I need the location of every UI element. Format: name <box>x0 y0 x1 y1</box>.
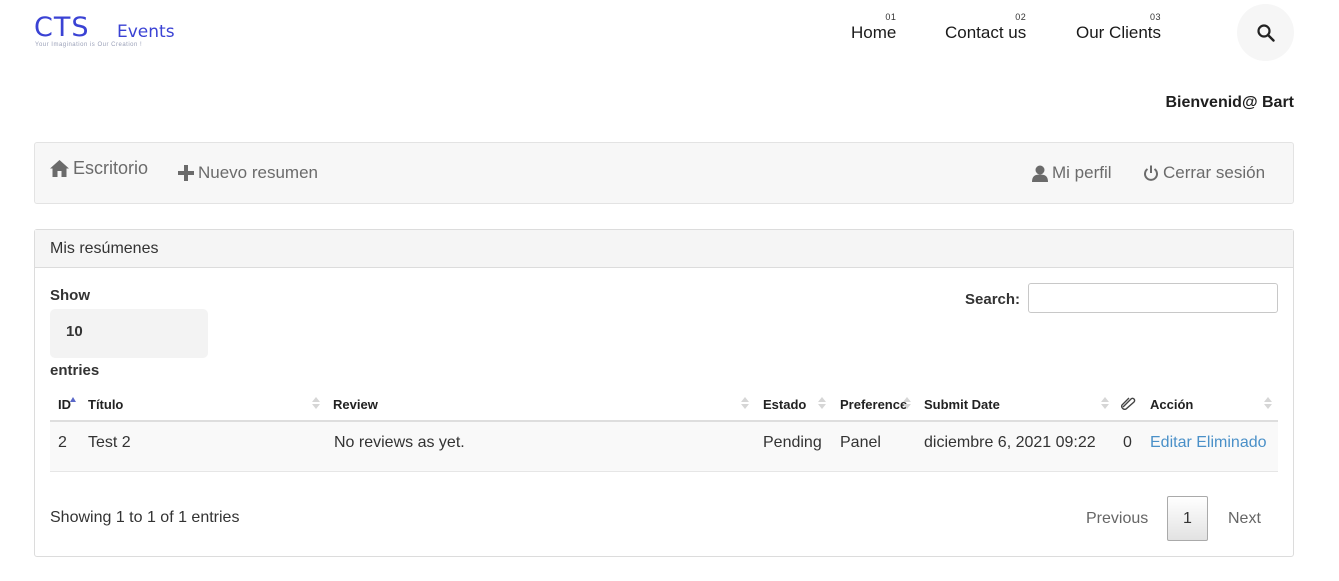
cell-attachments: 0 <box>1123 434 1132 451</box>
toolbar-label: Nuevo resumen <box>198 163 319 182</box>
entries-label: entries <box>50 362 100 379</box>
summaries-panel: Mis resúmenes Show 10 entries Search: ID… <box>34 229 1294 557</box>
sort-icon[interactable] <box>1264 396 1272 412</box>
nav-our-clients[interactable]: 03 Our Clients <box>1076 12 1161 43</box>
toolbar-escritorio[interactable]: Escritorio <box>50 158 148 179</box>
logo-tagline: Your Imagination is Our Creation ! <box>35 42 143 48</box>
delete-link[interactable]: Eliminado <box>1196 434 1266 451</box>
sort-asc-icon <box>70 396 76 402</box>
attachment-icon <box>1121 397 1136 410</box>
logo[interactable]: CTS Events Your Imagination is Our Creat… <box>34 12 194 52</box>
sort-icon[interactable] <box>312 396 320 412</box>
nav-number: 01 <box>885 12 897 22</box>
col-submit-date[interactable]: Submit Date <box>924 397 1000 412</box>
col-titulo[interactable]: Título <box>88 397 123 412</box>
toolbar-nuevo-resumen[interactable]: Nuevo resumen <box>178 163 318 183</box>
col-preference[interactable]: Preference <box>840 397 907 412</box>
toolbar-label: Cerrar sesión <box>1163 163 1266 182</box>
cell-review: No reviews as yet. <box>334 434 465 451</box>
col-review[interactable]: Review <box>333 397 378 412</box>
nav-contact-us[interactable]: 02 Contact us <box>945 12 1026 43</box>
toolbar-label: Escritorio <box>73 158 149 178</box>
cell-actions: Editar Eliminado <box>1150 434 1267 452</box>
nav-label: Contact us <box>945 23 1027 42</box>
search-label: Search: <box>965 291 1021 308</box>
sort-icon[interactable] <box>741 396 749 412</box>
power-icon <box>1144 165 1158 181</box>
edit-link[interactable]: Editar <box>1150 434 1192 451</box>
welcome-message: Bienvenid@ Bart <box>1165 94 1294 111</box>
plus-icon <box>178 165 194 181</box>
cell-submit-date: diciembre 6, 2021 09:22 <box>924 434 1096 451</box>
table-info: Showing 1 to 1 of 1 entries <box>50 509 240 526</box>
toolbar-mi-perfil[interactable]: Mi perfil <box>1032 163 1112 183</box>
home-icon <box>50 160 69 177</box>
toolbar-cerrar-sesion[interactable]: Cerrar sesión <box>1143 163 1265 183</box>
logo-main: CTS <box>34 12 90 43</box>
col-estado[interactable]: Estado <box>763 397 806 412</box>
cell-titulo: Test 2 <box>88 434 131 451</box>
sort-icon[interactable] <box>1101 396 1109 412</box>
logo-sub: Events <box>117 22 175 42</box>
cell-id: 2 <box>58 434 67 451</box>
pagination-next[interactable]: Next <box>1228 510 1261 528</box>
pagination-page-1[interactable]: 1 <box>1167 496 1208 541</box>
entries-length-select[interactable]: 10 <box>50 309 208 358</box>
cell-estado: Pending <box>763 434 822 451</box>
nav-number: 03 <box>1150 12 1162 22</box>
table-row: 2 Test 2 No reviews as yet. Pending Pane… <box>50 422 1278 472</box>
toolbar-label: Mi perfil <box>1052 163 1112 182</box>
nav-number: 02 <box>1015 12 1027 22</box>
panel-title: Mis resúmenes <box>35 230 1293 268</box>
nav-home[interactable]: 01 Home <box>851 12 896 43</box>
table-search-input[interactable] <box>1028 283 1278 313</box>
user-icon <box>1032 165 1048 182</box>
summaries-table: ID Título Review Estado Preference Submi… <box>50 388 1278 472</box>
user-toolbar: Escritorio Nuevo resumen Mi perfil Cerra… <box>34 142 1294 204</box>
nav-label: Our Clients <box>1076 23 1162 42</box>
header-search-button[interactable] <box>1237 4 1294 61</box>
sort-icon[interactable] <box>818 396 826 412</box>
show-label: Show <box>50 287 90 304</box>
pagination-previous[interactable]: Previous <box>1086 510 1148 528</box>
search-icon <box>1256 23 1275 42</box>
sort-icon[interactable] <box>903 396 911 412</box>
cell-preference: Panel <box>840 434 881 451</box>
col-accion[interactable]: Acción <box>1150 397 1193 412</box>
col-attachments[interactable] <box>1120 396 1136 413</box>
table-header: ID Título Review Estado Preference Submi… <box>50 388 1278 422</box>
